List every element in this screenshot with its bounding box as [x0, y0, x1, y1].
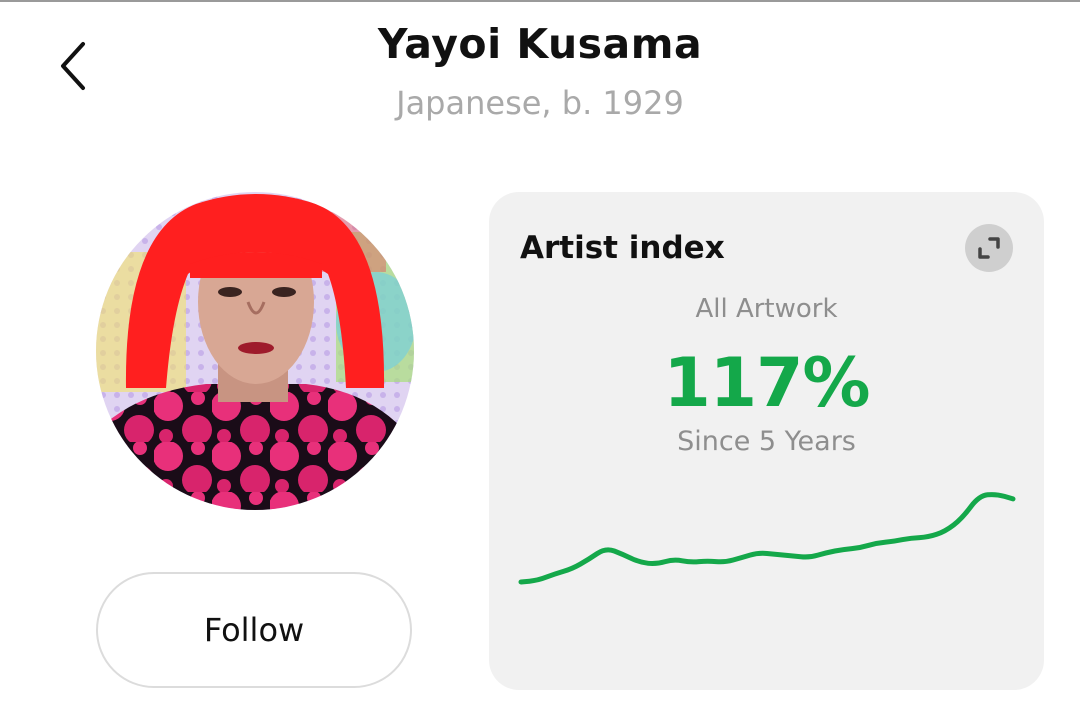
artist-index-card[interactable]: Artist index All Artwork 117% Since 5 Ye… [489, 192, 1044, 690]
index-period: Since 5 Years [677, 426, 856, 457]
index-category: All Artwork [695, 294, 838, 324]
follow-button[interactable]: Follow [96, 572, 412, 688]
index-value: 117% [663, 344, 870, 423]
card-title: Artist index [520, 230, 725, 266]
trend-line-path [518, 492, 1016, 585]
top-divider [0, 0, 1080, 2]
artist-meta: Japanese, b. 1929 [396, 84, 684, 122]
expand-button[interactable] [965, 224, 1013, 272]
artist-name: Yayoi Kusama [377, 20, 703, 68]
index-trend-line [518, 492, 1016, 585]
artist-avatar [96, 192, 414, 510]
expand-icon [978, 237, 1000, 259]
